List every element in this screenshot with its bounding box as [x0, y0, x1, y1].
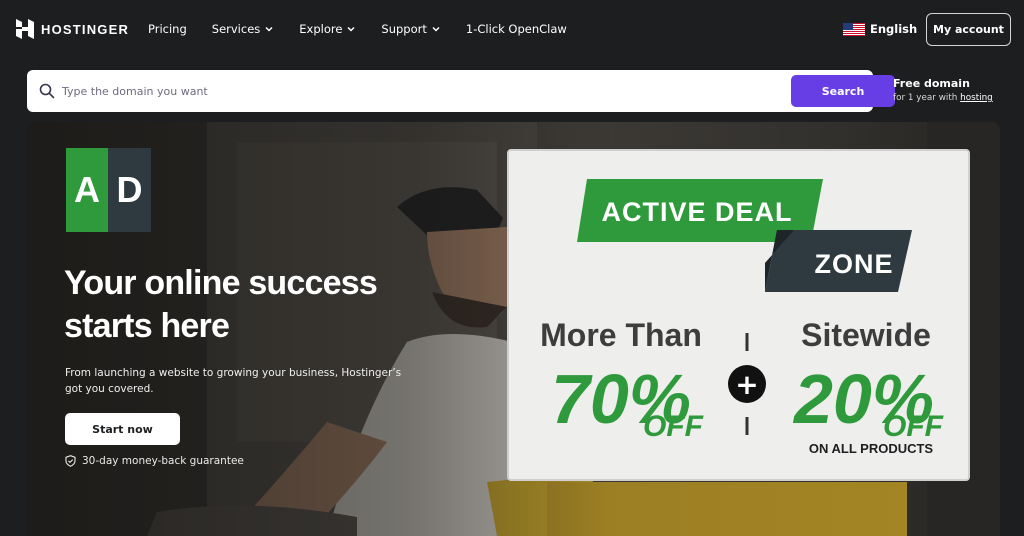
- nav-item-services[interactable]: Services: [212, 22, 275, 36]
- nav-label: Services: [211, 22, 261, 36]
- chevron-down-icon: [432, 26, 440, 32]
- search-icon: [39, 83, 55, 99]
- active-deal-badge: A D: [66, 148, 151, 232]
- main-menu: Pricing Services Explore Support 1-Click…: [148, 22, 592, 36]
- free-domain-subtitle: for 1 year with hosting: [893, 93, 993, 103]
- nav-item-openclaw[interactable]: 1-Click OpenClaw: [466, 22, 567, 36]
- nav-item-explore[interactable]: Explore: [299, 22, 356, 36]
- shield-check-icon: [65, 455, 76, 467]
- free-domain-title: Free domain: [893, 77, 970, 90]
- all-products-note: ON ALL PRODUCTS: [809, 441, 934, 456]
- us-flag-icon: [843, 22, 865, 36]
- guarantee-text: 30-day money-back guarantee: [82, 455, 244, 467]
- deal-artwork: ACTIVE DEAL ZONE More Than 70% OFF + Sit…: [540, 179, 944, 456]
- deal-card[interactable]: ACTIVE DEAL ZONE More Than 70% OFF + Sit…: [507, 149, 970, 481]
- chevron-down-icon: [265, 26, 273, 32]
- chevron-down-icon: [347, 26, 355, 32]
- nav-label: Explore: [299, 22, 343, 36]
- free-domain-sub-text: for 1 year with: [893, 93, 961, 103]
- start-now-button[interactable]: Start now: [65, 413, 180, 445]
- my-account-button[interactable]: My account: [926, 13, 1011, 46]
- plus-icon: +: [735, 368, 758, 401]
- hostinger-logo[interactable]: HOSTINGER: [16, 19, 129, 39]
- more-than-heading: More Than: [540, 317, 702, 353]
- domain-search-input[interactable]: [62, 80, 762, 102]
- hostinger-logo-icon: [16, 19, 34, 39]
- hero-title: Your online success starts here: [64, 264, 378, 345]
- money-back-guarantee: 30-day money-back guarantee: [65, 455, 244, 467]
- active-deal-text: ACTIVE DEAL: [601, 197, 792, 227]
- sitewide-heading: Sitewide: [801, 317, 931, 353]
- left-off: OFF: [643, 410, 704, 443]
- search-button[interactable]: Search: [791, 75, 895, 107]
- nav-label: 1-Click OpenClaw: [465, 22, 567, 36]
- hero-banner: A D Your online success starts here From…: [27, 122, 1000, 536]
- nav-label: Pricing: [148, 22, 187, 36]
- language-label: English: [870, 22, 918, 36]
- free-domain-promo: Free domain for 1 year with hosting: [893, 77, 993, 103]
- top-navigation: HOSTINGER Pricing Services Explore Suppo…: [0, 0, 1024, 60]
- nav-item-pricing[interactable]: Pricing: [148, 22, 187, 36]
- hosting-link[interactable]: hosting: [960, 93, 993, 103]
- brand-name: HOSTINGER: [41, 21, 130, 37]
- domain-search-bar: Search: [27, 70, 895, 112]
- badge-letter-a: A: [66, 148, 108, 232]
- zone-text: ZONE: [814, 249, 893, 279]
- nav-item-support[interactable]: Support: [381, 22, 440, 36]
- hero-subtitle: From launching a website to growing your…: [65, 367, 402, 395]
- badge-letter-d: D: [108, 148, 151, 232]
- language-selector[interactable]: English: [843, 22, 917, 36]
- nav-label: Support: [381, 22, 427, 36]
- right-off: OFF: [883, 410, 944, 443]
